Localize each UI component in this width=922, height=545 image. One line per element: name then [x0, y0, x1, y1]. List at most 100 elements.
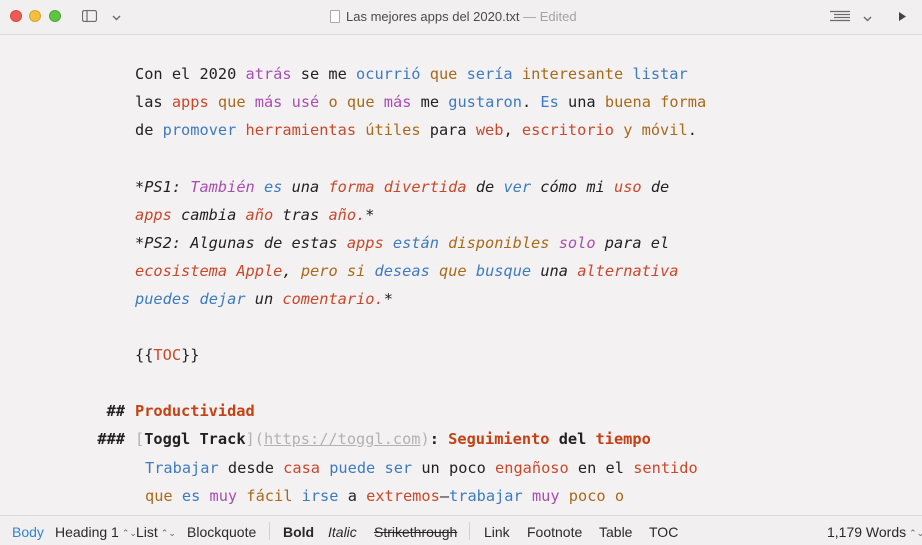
chevron-down-icon[interactable] — [112, 11, 121, 23]
plain-text — [467, 262, 476, 280]
heading-style-select[interactable]: Heading 1 ⌃⌄ — [55, 524, 137, 541]
highlighted-word: ver — [503, 178, 532, 196]
highlighted-word: o — [328, 93, 338, 111]
highlighted-word: herramientas — [245, 121, 357, 139]
sidebar-toggle-icon[interactable] — [81, 9, 98, 24]
stepper-icon: ⌃⌄ — [160, 528, 176, 538]
plain-text — [513, 65, 522, 83]
zoom-window-button[interactable] — [49, 10, 61, 22]
plain-text: . — [687, 121, 697, 139]
footnote-button[interactable]: Footnote — [527, 524, 582, 540]
highlighted-word: es — [263, 178, 283, 196]
highlighted-word: que — [439, 262, 467, 280]
plain-text: desde — [218, 459, 284, 477]
plain-text: una — [282, 178, 329, 196]
link-button[interactable]: Link — [484, 524, 510, 540]
plain-text — [384, 234, 393, 252]
outline-chevron-icon[interactable] — [863, 12, 872, 24]
highlighted-word: que — [145, 487, 173, 505]
highlighted-word: escritorio — [521, 121, 614, 139]
plain-text — [430, 262, 439, 280]
plain-text: . — [521, 93, 541, 111]
plain-text: una — [531, 262, 578, 280]
plain-text — [356, 121, 365, 139]
list-style-select[interactable]: List ⌃⌄ — [136, 524, 176, 541]
highlighted-word: están — [392, 234, 439, 252]
stepper-icon: ⌃⌄ — [909, 528, 922, 538]
plain-text: de — [466, 178, 504, 196]
plain-text — [375, 459, 384, 477]
highlighted-word: trabajar — [449, 487, 523, 505]
highlighted-word: más — [383, 93, 412, 111]
strikethrough-button[interactable]: Strikethrough — [374, 524, 457, 540]
highlighted-word: promover — [162, 121, 237, 139]
highlighted-word: interesante — [521, 65, 624, 83]
preview-play-icon[interactable] — [899, 11, 906, 23]
outline-list-icon[interactable] — [830, 10, 850, 24]
toc-marker: {{TOC}} — [135, 346, 200, 364]
plain-text — [246, 93, 255, 111]
plain-text: , — [282, 262, 301, 280]
plain-text: * — [365, 206, 375, 224]
stepper-icon: ⌃⌄ — [121, 528, 137, 538]
highlighted-word: busque — [475, 262, 532, 280]
highlighted-word: ser — [384, 459, 413, 477]
heading-3: [Toggl Track](https://toggl.com): Seguim… — [135, 430, 651, 448]
heading-3-marker: ### — [97, 430, 125, 448]
plain-text: cómo mi — [531, 178, 614, 196]
close-window-button[interactable] — [10, 10, 22, 22]
plain-text: *PS1: — [135, 178, 191, 196]
editor-line-italic: apps cambia año tras año.* — [135, 205, 375, 225]
highlighted-word: apps — [346, 234, 384, 252]
highlighted-word: o — [614, 487, 625, 505]
link-text: Toggl Track — [144, 430, 246, 448]
highlighted-word: web — [475, 121, 504, 139]
editor-line-italic: *PS1: También es una forma divertida de … — [135, 177, 669, 197]
highlighted-word: si — [346, 262, 366, 280]
highlighted-word: puedes — [135, 290, 191, 308]
highlighted-word: usé — [291, 93, 320, 111]
highlighted-word: buena — [604, 93, 651, 111]
plain-text — [255, 178, 264, 196]
blockquote-button[interactable]: Blockquote — [187, 524, 256, 540]
plain-text — [439, 234, 448, 252]
highlighted-word: que — [429, 65, 458, 83]
highlighted-word: pero — [300, 262, 338, 280]
plain-text: de — [641, 178, 670, 196]
plain-text: * — [383, 290, 393, 308]
highlighted-word: casa — [283, 459, 320, 477]
highlighted-word: apps — [171, 93, 209, 111]
editor-line: Trabajar desde casa puede ser un poco en… — [145, 458, 698, 478]
plain-text — [651, 93, 660, 111]
plain-text: a — [338, 487, 367, 505]
document-icon — [330, 10, 340, 23]
plain-text: tras — [273, 206, 329, 224]
highlighted-word: fácil — [246, 487, 293, 505]
bold-button[interactable]: Bold — [283, 524, 314, 540]
highlighted-word: engañoso — [495, 459, 569, 477]
title-bar: Las mejores apps del 2020.txt — Edited — [0, 0, 922, 35]
editor-line-italic: ecosistema Apple, pero si deseas que bus… — [135, 261, 679, 281]
plain-text: una — [558, 93, 605, 111]
highlighted-word: También — [190, 178, 255, 196]
editor-line-italic: puedes dejar un comentario.* — [135, 289, 393, 309]
toc-button[interactable]: TOC — [649, 524, 678, 540]
plain-text — [338, 262, 347, 280]
table-button[interactable]: Table — [599, 524, 632, 540]
editor-line: las apps que más usé o que más me gustar… — [135, 92, 706, 112]
italic-button[interactable]: Italic — [328, 524, 357, 540]
plain-text: un — [245, 290, 283, 308]
plain-text — [421, 65, 430, 83]
text-editor[interactable]: Con el 2020 atrás se me ocurrió que serí… — [0, 36, 922, 515]
plain-text — [632, 121, 641, 139]
plain-text: para el — [595, 234, 670, 252]
minimize-window-button[interactable] — [29, 10, 41, 22]
highlighted-word: uso — [613, 178, 642, 196]
plain-text — [365, 262, 374, 280]
plain-text: me — [411, 93, 449, 111]
plain-text — [606, 487, 615, 505]
word-count-select[interactable]: 1,179 Words ⌃⌄ — [827, 524, 922, 541]
highlighted-word: comentario. — [282, 290, 384, 308]
body-style-button[interactable]: Body — [12, 524, 44, 540]
plain-text — [457, 65, 466, 83]
